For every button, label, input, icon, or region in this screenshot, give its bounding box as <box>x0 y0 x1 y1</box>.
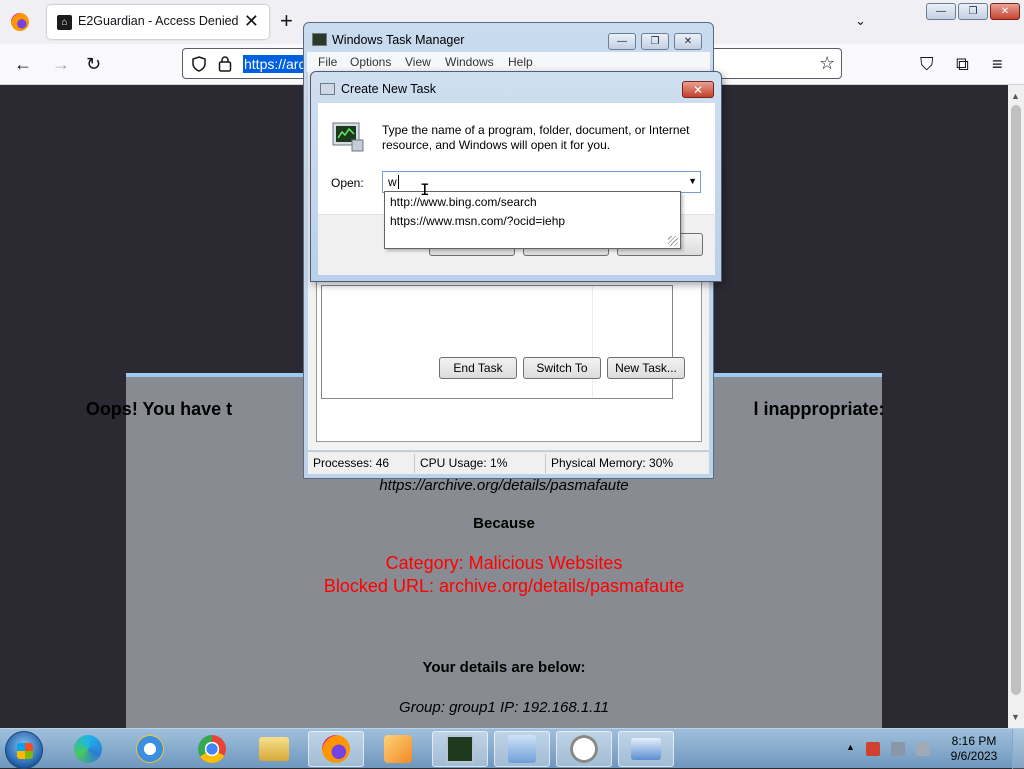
explorer-icon <box>259 737 289 761</box>
status-separator <box>414 454 415 473</box>
dialog-close-button[interactable]: ✕ <box>682 81 714 98</box>
task-manager-title: Windows Task Manager <box>332 33 465 47</box>
bookmark-star-icon[interactable]: ☆ <box>819 52 835 74</box>
show-desktop-button[interactable] <box>1012 729 1024 769</box>
status-cpu: CPU Usage: 1% <box>420 456 508 470</box>
taskbar-internet-explorer[interactable] <box>122 731 178 767</box>
status-memory: Physical Memory: 30% <box>551 456 674 470</box>
menu-options[interactable]: Options <box>350 55 391 69</box>
clock-icon <box>570 735 598 763</box>
blocked-url: Blocked URL: archive.org/details/pasmafa… <box>323 576 685 596</box>
suggestion-item[interactable]: https://www.msn.com/?ocid=iehp <box>390 214 565 228</box>
create-new-task-dialog: Create New Task ✕ Type the name of a pro… <box>310 71 722 282</box>
task-manager-statusbar: Processes: 46 CPU Usage: 1% Physical Mem… <box>308 451 709 474</box>
firefox-icon <box>322 735 350 763</box>
extensions-icon[interactable]: ⧉ <box>956 53 969 75</box>
reload-button[interactable]: ↻ <box>86 53 101 75</box>
tm-minimize-button[interactable]: — <box>608 33 636 50</box>
applications-list[interactable] <box>321 285 673 399</box>
network-icon[interactable] <box>891 742 905 756</box>
tray-time: 8:16 PM <box>951 734 997 748</box>
menu-help[interactable]: Help <box>508 55 533 69</box>
tab-close-button[interactable]: ✕ <box>244 11 259 31</box>
taskbar-clock[interactable] <box>556 731 612 767</box>
firefox-logo-icon <box>11 13 29 31</box>
switch-to-button[interactable]: Switch To <box>523 357 601 379</box>
resize-grip-icon[interactable] <box>668 236 678 246</box>
internet-explorer-icon <box>136 735 164 763</box>
start-button[interactable] <box>5 731 43 769</box>
control-panel-icon <box>508 735 536 763</box>
windows-taskbar: ▲ 8:16 PM 9/6/2023 <box>0 728 1024 769</box>
menu-file[interactable]: File <box>318 55 337 69</box>
remote-desktop-icon <box>631 738 661 760</box>
scroll-down-arrow-icon[interactable]: ▼ <box>1011 712 1020 722</box>
text-caret <box>398 175 399 189</box>
block-category: Category: Malicious Websites <box>385 553 623 573</box>
task-manager-icon <box>446 735 474 763</box>
combobox-dropdown-arrow-icon[interactable]: ▼ <box>688 176 697 186</box>
details-heading: Your details are below: <box>422 659 586 676</box>
list-column-divider <box>592 286 593 398</box>
new-task-button[interactable]: New Task... <box>607 357 685 379</box>
autocomplete-dropdown: http://www.bing.com/search https://www.m… <box>384 191 681 249</box>
taskbar-remote-desktop[interactable] <box>618 731 674 767</box>
tray-date: 9/6/2023 <box>950 749 998 763</box>
program-window-icon <box>332 122 364 152</box>
blocked-url-italic: https://archive.org/details/pasmafaute <box>379 477 629 494</box>
shield-icon[interactable] <box>191 56 207 72</box>
taskbar-task-manager[interactable] <box>432 731 488 767</box>
run-dialog-icon <box>320 83 335 95</box>
because-label: Because <box>473 515 535 532</box>
windows-logo-icon <box>17 743 33 759</box>
scroll-up-arrow-icon[interactable]: ▲ <box>1011 91 1020 101</box>
suggestion-item[interactable]: http://www.bing.com/search <box>390 195 537 209</box>
taskbar-edge[interactable] <box>60 731 116 767</box>
tray-clock[interactable]: 8:16 PM 9/6/2023 <box>944 734 1004 764</box>
tm-close-button[interactable]: ✕ <box>674 33 702 50</box>
action-center-flag-icon[interactable] <box>866 742 880 756</box>
scrollbar-thumb[interactable] <box>1011 105 1021 695</box>
text-cursor-icon: I <box>420 180 430 199</box>
taskbar-media-player[interactable] <box>370 731 426 767</box>
task-manager-menubar: File Options View Windows Help <box>307 52 710 72</box>
tab-title: E2Guardian - Access Denied <box>78 14 239 28</box>
page-scrollbar[interactable]: ▲ ▼ <box>1008 85 1024 728</box>
dialog-description: Type the name of a program, folder, docu… <box>382 123 690 152</box>
tab-access-denied[interactable]: ⌂ E2Guardian - Access Denied ✕ <box>47 5 269 39</box>
status-processes: Processes: 46 <box>313 456 390 470</box>
taskbar-control-panel[interactable] <box>494 731 550 767</box>
status-separator <box>545 454 546 473</box>
window-restore-button[interactable]: ❐ <box>958 3 988 20</box>
new-tab-button[interactable]: + <box>280 10 293 32</box>
taskbar-explorer[interactable] <box>246 731 302 767</box>
tray-overflow-arrow-icon[interactable]: ▲ <box>846 742 855 752</box>
media-player-icon <box>384 735 412 763</box>
forward-button[interactable]: → <box>52 53 70 75</box>
window-minimize-button[interactable]: — <box>926 3 956 20</box>
end-task-button[interactable]: End Task <box>439 357 517 379</box>
task-manager-icon <box>312 33 327 46</box>
list-all-tabs-button[interactable]: ⌄ <box>855 13 866 29</box>
tm-restore-button[interactable]: ❐ <box>641 33 669 50</box>
back-button[interactable]: ← <box>14 53 32 75</box>
open-input-value[interactable]: w <box>388 175 397 189</box>
volume-muted-icon[interactable] <box>916 742 930 756</box>
url-text-selected: https://arc <box>243 55 307 73</box>
dialog-title: Create New Task <box>341 82 436 96</box>
taskbar-firefox[interactable] <box>308 731 364 767</box>
museum-favicon-icon: ⌂ <box>57 15 72 30</box>
menu-view[interactable]: View <box>405 55 431 69</box>
group-ip-info: Group: group1 IP: 192.168.1.11 <box>399 699 609 716</box>
window-close-button[interactable]: ✕ <box>990 3 1020 20</box>
open-label: Open: <box>331 176 364 190</box>
menu-windows[interactable]: Windows <box>445 55 494 69</box>
open-combobox[interactable]: w ▼ <box>382 171 701 193</box>
app-menu-icon[interactable]: ≡ <box>992 53 1003 75</box>
edge-icon <box>74 735 102 763</box>
pocket-icon[interactable]: ⛉ <box>920 53 934 75</box>
taskbar-chrome[interactable] <box>184 731 240 767</box>
chrome-icon <box>198 735 226 763</box>
lock-icon[interactable] <box>218 55 232 72</box>
